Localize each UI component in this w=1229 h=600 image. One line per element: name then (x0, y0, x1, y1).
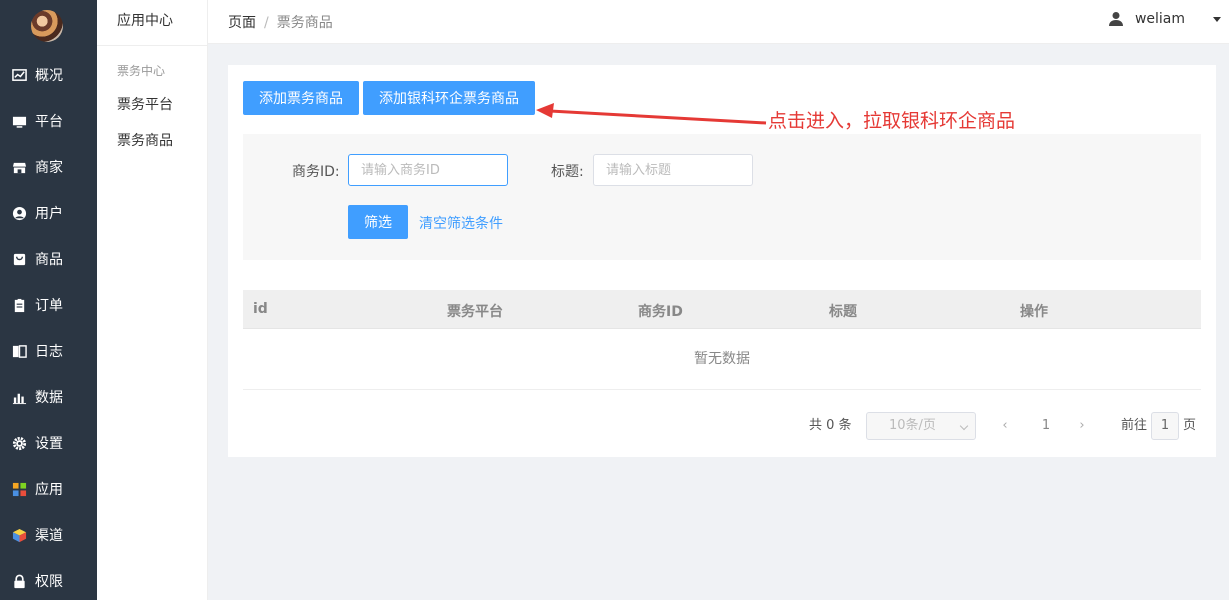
breadcrumb-separator: / (264, 15, 269, 31)
column-header-actions[interactable]: 操作 (1020, 301, 1048, 321)
lock-icon (11, 573, 27, 589)
chart-icon (11, 67, 27, 83)
business-id-label: 商务ID: (292, 164, 340, 180)
bar-chart-icon (11, 389, 27, 405)
nav-label: 订单 (35, 298, 63, 314)
clear-filter-link[interactable]: 清空筛选条件 (419, 213, 503, 233)
bag-icon (11, 251, 27, 267)
subbar-title: 应用中心 (97, 0, 207, 46)
nav-item-user[interactable]: 用户 (0, 190, 97, 236)
subbar-item-ticket-goods[interactable]: 票务商品 (97, 123, 207, 159)
next-page-button[interactable]: › (1072, 412, 1092, 440)
nav-item-overview[interactable]: 概况 (0, 52, 97, 98)
top-header: 页面 / 票务商品 weliam (208, 0, 1229, 44)
main-nav: 概况 平台 商家 用户 商品 订单 日志 数据 设置 应用 渠道 权限 (0, 52, 97, 600)
user-menu[interactable]: weliam (1108, 11, 1221, 27)
nav-label: 数据 (35, 390, 63, 406)
breadcrumb-item[interactable]: 页面 (228, 15, 256, 31)
subbar-item-ticket-platform[interactable]: 票务平台 (97, 87, 207, 123)
clipboard-icon (11, 297, 27, 313)
table-empty-text: 暂无数据 (243, 329, 1201, 390)
store-icon (11, 159, 27, 175)
page-suffix-label: 页 (1183, 418, 1197, 433)
main-sidebar: 概况 平台 商家 用户 商品 订单 日志 数据 设置 应用 渠道 权限 (0, 0, 97, 600)
nav-item-order[interactable]: 订单 (0, 282, 97, 328)
add-bank-ticket-goods-button[interactable]: 添加银科环企票务商品 (363, 81, 535, 115)
breadcrumb-current: 票务商品 (276, 15, 333, 31)
add-ticket-goods-button[interactable]: 添加票务商品 (243, 81, 359, 115)
table-header: id 票务平台 商务ID 标题 操作 (243, 290, 1201, 329)
nav-item-channel[interactable]: 渠道 (0, 512, 97, 558)
book-icon (11, 343, 27, 359)
annotation-text: 点击进入，拉取银科环企商品 (768, 110, 1016, 132)
page-size-value: 10条/页 (889, 418, 936, 433)
prev-page-button[interactable]: ‹ (995, 412, 1015, 440)
goto-page-input[interactable]: 1 (1151, 412, 1179, 440)
goto-label: 前往 (1121, 418, 1148, 433)
monitor-icon (11, 113, 27, 129)
title-input[interactable] (593, 154, 753, 186)
app-logo (31, 10, 63, 42)
gear-icon (11, 435, 27, 451)
apps-icon (11, 481, 27, 497)
breadcrumb: 页面 / 票务商品 (228, 12, 333, 32)
column-header-ticket-platform[interactable]: 票务平台 (447, 301, 503, 321)
page-number[interactable]: 1 (1036, 412, 1056, 440)
column-header-business-id[interactable]: 商务ID (638, 301, 683, 321)
content-card: 添加票务商品 添加银科环企票务商品 商务ID: 标题: 筛选 清空筛选条件 id… (228, 65, 1216, 457)
user-icon (1108, 12, 1123, 26)
nav-label: 概况 (35, 68, 63, 84)
caret-down-icon (1213, 16, 1221, 22)
nav-label: 日志 (35, 344, 63, 360)
nav-label: 商家 (35, 160, 63, 176)
nav-item-platform[interactable]: 平台 (0, 98, 97, 144)
nav-item-log[interactable]: 日志 (0, 328, 97, 374)
subbar-group-label: 票务中心 (117, 64, 166, 78)
secondary-sidebar: 应用中心 票务中心 票务平台 票务商品 (97, 0, 208, 600)
nav-label: 用户 (35, 206, 63, 222)
page-size-select[interactable]: 10条/页 (866, 412, 976, 440)
nav-item-data[interactable]: 数据 (0, 374, 97, 420)
nav-item-settings[interactable]: 设置 (0, 420, 97, 466)
nav-label: 商品 (35, 252, 63, 268)
nav-item-apps[interactable]: 应用 (0, 466, 97, 512)
title-label: 标题: (551, 164, 584, 180)
filter-button[interactable]: 筛选 (348, 205, 408, 239)
nav-item-goods[interactable]: 商品 (0, 236, 97, 282)
nav-item-permission[interactable]: 权限 (0, 558, 97, 600)
nav-label: 应用 (35, 482, 63, 498)
column-header-title[interactable]: 标题 (829, 301, 857, 321)
chevron-down-icon (959, 421, 969, 431)
pagination-total: 共 0 条 (809, 418, 852, 433)
business-id-input[interactable] (348, 154, 508, 186)
nav-label: 设置 (35, 436, 63, 452)
nav-label: 渠道 (35, 528, 63, 544)
username: weliam (1134, 11, 1185, 27)
nav-label: 权限 (35, 574, 63, 590)
nav-item-merchant[interactable]: 商家 (0, 144, 97, 190)
nav-label: 平台 (35, 114, 63, 130)
cube-icon (11, 527, 27, 543)
column-header-id[interactable]: id (253, 301, 268, 317)
user-icon (11, 205, 27, 221)
filter-panel: 商务ID: 标题: 筛选 清空筛选条件 (243, 134, 1201, 260)
